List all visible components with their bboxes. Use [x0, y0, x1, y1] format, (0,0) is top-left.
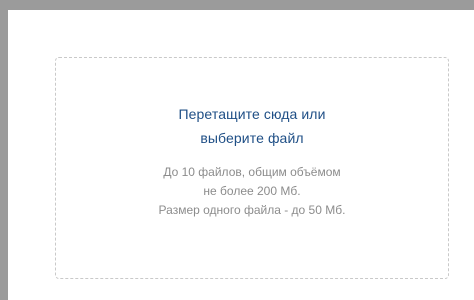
total-size-limit-text: не более 200 Мб. — [203, 184, 301, 198]
select-file-prompt[interactable]: Перетащите сюда или выберите файл — [56, 102, 448, 150]
single-file-size-limit-text: Размер одного файла - до 50 Мб. — [158, 203, 346, 217]
dropzone-content: Перетащите сюда или выберите файл До 10 … — [56, 102, 448, 220]
choose-file-link[interactable]: выберите файл — [56, 126, 448, 150]
file-dropzone[interactable]: Перетащите сюда или выберите файл До 10 … — [55, 57, 449, 279]
window-frame: Перетащите сюда или выберите файл До 10 … — [0, 0, 474, 300]
file-count-limit-text: До 10 файлов, общим объёмом — [163, 165, 341, 179]
upload-limits: До 10 файлов, общим объёмом не более 200… — [56, 163, 448, 220]
drag-drop-text: Перетащите сюда или — [178, 106, 326, 122]
